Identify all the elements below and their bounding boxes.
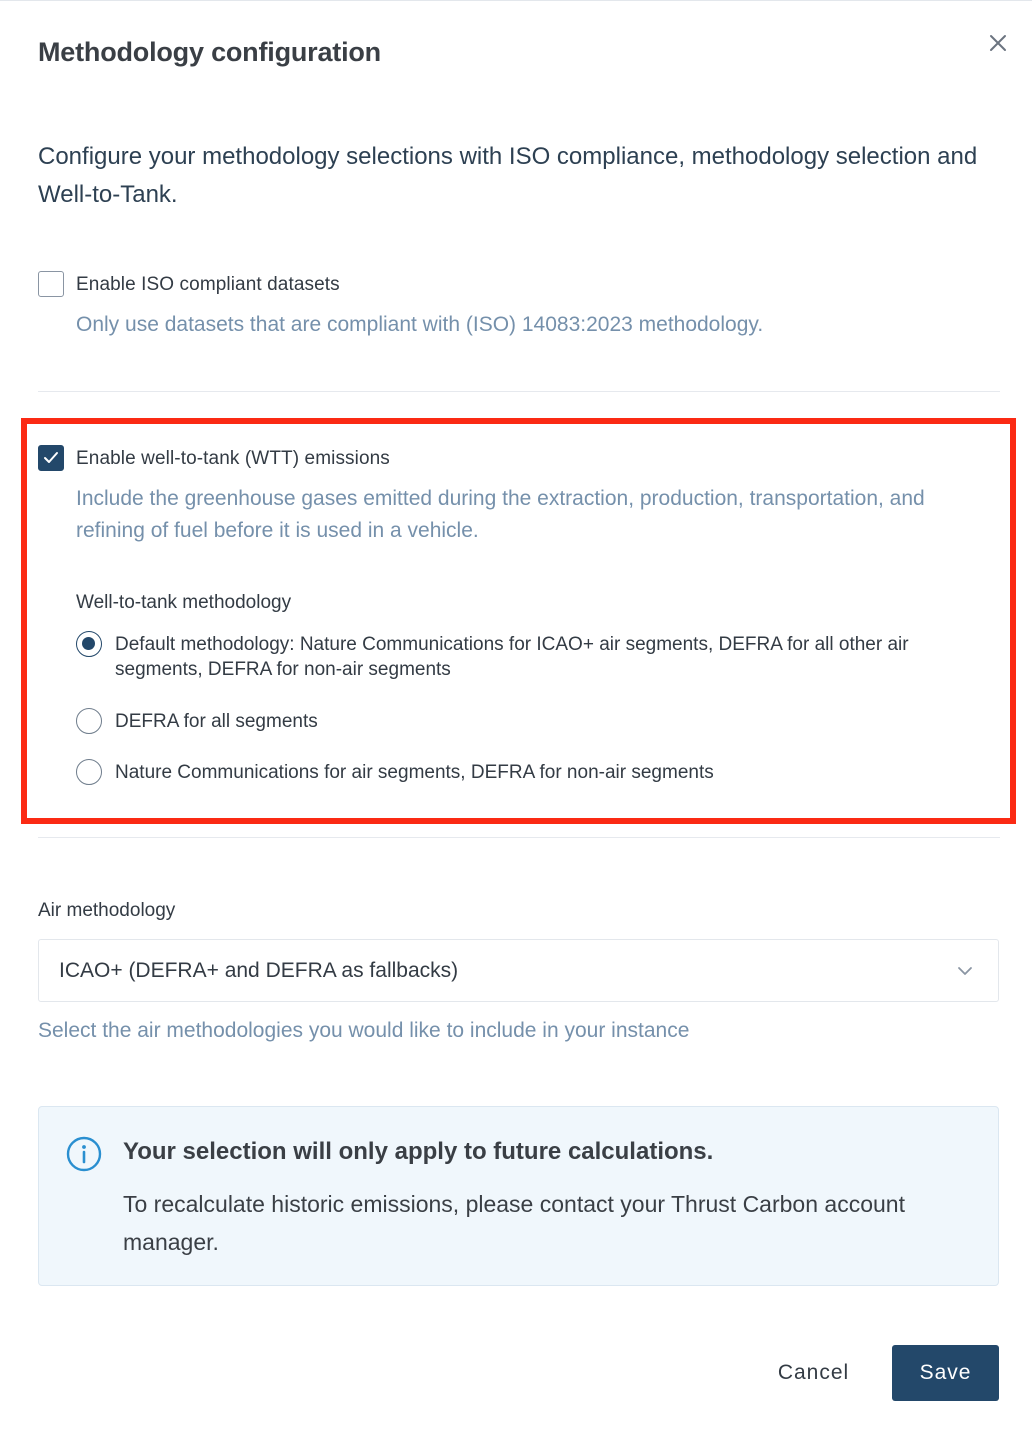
close-button[interactable]	[984, 29, 1012, 57]
air-methodology-select[interactable]: ICAO+ (DEFRA+ and DEFRA as fallbacks)	[38, 939, 999, 1002]
wtt-radio-default-label[interactable]: Default methodology: Nature Communicatio…	[115, 632, 995, 682]
chevron-down-icon	[958, 967, 972, 975]
wtt-checkbox-label[interactable]: Enable well-to-tank (WTT) emissions	[76, 448, 390, 470]
checkmark-icon	[44, 452, 58, 463]
air-methodology-value: ICAO+ (DEFRA+ and DEFRA as fallbacks)	[59, 959, 459, 982]
wtt-radio-defra-label[interactable]: DEFRA for all segments	[115, 709, 318, 734]
dialog-title: Methodology configuration	[38, 37, 381, 67]
dialog-intro: Configure your methodology selections wi…	[38, 143, 978, 208]
methodology-dialog: Methodology configuration Configure your…	[0, 0, 1032, 1438]
air-methodology-help: Select the air methodologies you would l…	[38, 1019, 690, 1042]
wtt-checkbox[interactable]	[38, 445, 64, 471]
wtt-help-text: Include the greenhouse gases emitted dur…	[76, 487, 925, 542]
wtt-methodology-label: Well-to-tank methodology	[76, 592, 292, 613]
air-methodology-label: Air methodology	[38, 900, 176, 921]
section-divider	[38, 391, 1000, 392]
section-divider	[38, 837, 1000, 838]
notice-body: To recalculate historic emissions, pleas…	[123, 1191, 905, 1255]
cancel-button[interactable]: Cancel	[756, 1345, 871, 1401]
wtt-radio-default[interactable]	[76, 631, 102, 657]
wtt-radio-nature[interactable]	[76, 759, 102, 785]
notice-title: Your selection will only apply to future…	[123, 1138, 714, 1165]
close-icon	[990, 35, 1006, 51]
wtt-radio-nature-label[interactable]: Nature Communications for air segments, …	[115, 760, 714, 785]
info-notice: Your selection will only apply to future…	[38, 1106, 999, 1286]
info-icon	[66, 1136, 102, 1172]
save-button[interactable]: Save	[892, 1345, 999, 1401]
iso-checkbox-label[interactable]: Enable ISO compliant datasets	[76, 274, 340, 296]
iso-checkbox[interactable]	[38, 271, 64, 297]
iso-help-text: Only use datasets that are compliant wit…	[76, 313, 764, 336]
wtt-radio-defra[interactable]	[76, 708, 102, 734]
